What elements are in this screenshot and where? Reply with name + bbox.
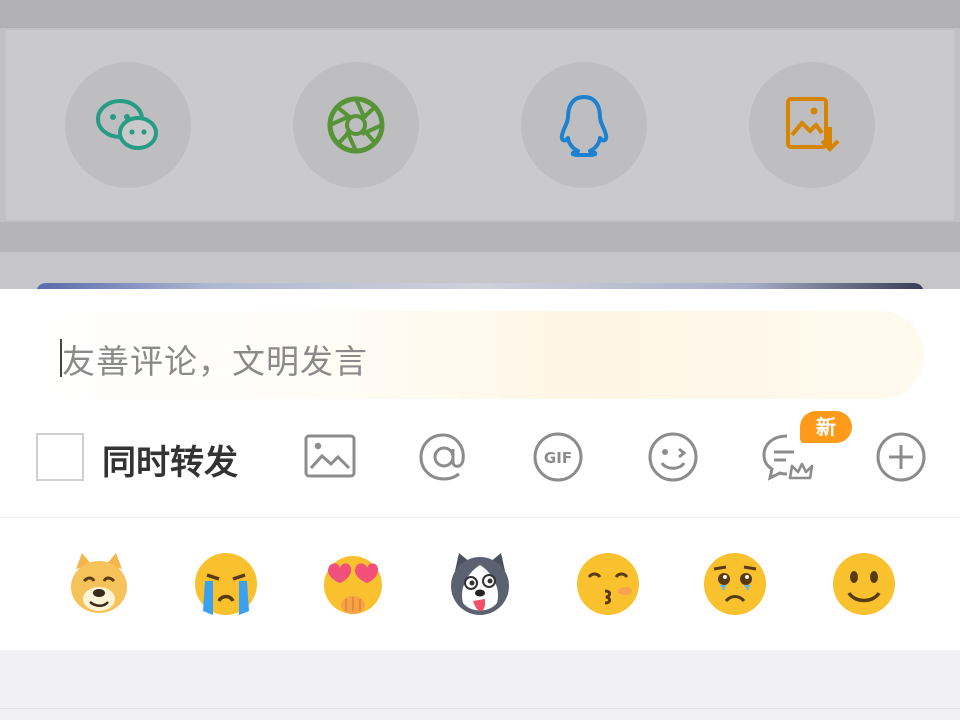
gif-icon: GIF xyxy=(533,432,583,482)
emoji-heart-eyes[interactable] xyxy=(318,549,388,619)
svg-text:GIF: GIF xyxy=(544,449,572,467)
emoji-smile[interactable] xyxy=(829,549,899,619)
smile-emoji xyxy=(833,553,895,615)
comment-input-placeholder: 友善评论，文明发言 xyxy=(62,342,368,381)
sad-teary-emoji xyxy=(704,553,766,615)
add-more-button[interactable] xyxy=(873,429,929,485)
kiss-emoji xyxy=(577,553,639,615)
emoji-kiss[interactable] xyxy=(573,549,643,619)
emoji-doge[interactable] xyxy=(64,549,134,619)
image-icon xyxy=(304,434,356,478)
gif-button[interactable]: GIF xyxy=(530,429,586,485)
repost-checkbox[interactable] xyxy=(36,433,84,481)
dim-overlay[interactable] xyxy=(0,0,960,290)
repost-label[interactable]: 同时转发 xyxy=(102,435,238,484)
footer-divider xyxy=(0,708,960,709)
emoji-icon xyxy=(648,432,698,482)
emoji-crying[interactable] xyxy=(191,549,261,619)
quick-emoji-row xyxy=(0,539,960,629)
toolbar-divider xyxy=(0,517,960,518)
mention-icon xyxy=(419,433,465,481)
crying-emoji xyxy=(195,553,257,615)
keyboard-area xyxy=(0,650,960,720)
emoji-button[interactable] xyxy=(645,429,701,485)
insert-image-button[interactable] xyxy=(302,429,358,485)
share-sheet-background xyxy=(0,0,960,290)
heart-eyes-emoji xyxy=(324,556,382,614)
new-badge: 新 xyxy=(800,411,852,443)
comment-toolbar: 同时转发 GIF 新 xyxy=(0,411,960,515)
add-icon xyxy=(876,432,926,482)
emoji-husky[interactable] xyxy=(445,549,515,619)
doge-emoji xyxy=(71,553,127,613)
husky-emoji xyxy=(451,553,509,615)
comment-panel: 友善评论，文明发言 同时转发 GIF 新 xyxy=(0,289,960,720)
mention-button[interactable] xyxy=(416,429,472,485)
emoji-sad-teary[interactable] xyxy=(700,549,770,619)
